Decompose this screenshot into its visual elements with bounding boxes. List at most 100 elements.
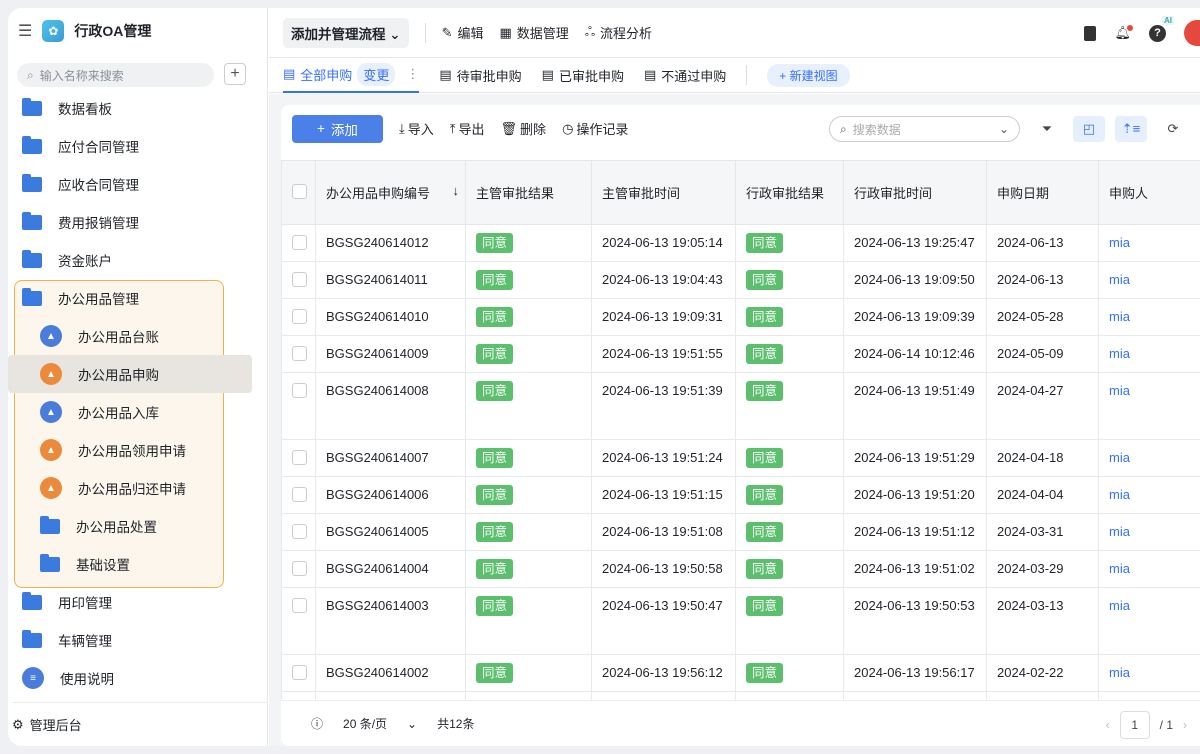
edit-button[interactable]: ✎ 编辑 [442,23,484,42]
checkbox[interactable] [292,235,307,250]
bell-icon[interactable]: 🔔︎ [1114,25,1133,41]
sort-icon[interactable]: ⇡≡ [1115,116,1147,142]
sidebar-item[interactable]: 应付合同管理 [8,127,268,165]
admin-button[interactable]: ⚙ 管理后台 [12,702,268,746]
tab-rejected[interactable]: ▤ 不通过申购 [644,58,726,93]
row-checkbox-cell[interactable] [281,476,316,514]
column-header[interactable]: 主管审批结果 [465,160,592,225]
sidebar-item[interactable]: 办公用品处置 [8,507,268,545]
data-manage-button[interactable]: ▦ 数据管理 [500,23,569,42]
page-input[interactable]: 1 [1119,711,1150,739]
sidebar-item[interactable]: ≡ 使用说明 [8,659,268,697]
row-checkbox-cell[interactable] [281,335,316,373]
chevron-down-icon[interactable]: ⌄ [407,717,417,731]
help-icon[interactable]: ? AI [1149,15,1174,42]
delete-button[interactable]: 🗑︎ 删除 [501,119,547,138]
sidebar-item[interactable]: 资金账户 [8,241,268,279]
user-link[interactable]: mia [1109,598,1130,613]
new-view-button[interactable]: + 新建视图 [767,63,850,87]
add-item-button[interactable]: + [224,63,246,85]
log-button[interactable]: ◷ 操作记录 [562,119,628,138]
column-header[interactable]: 办公用品申购编号 ↓ [315,160,466,225]
table-row[interactable]: BGSG240614003 同意 2024-06-13 19:50:47 同意 2024… [281,587,1200,655]
user-link[interactable]: mia [1109,665,1130,680]
menu-icon[interactable]: ☰ [18,21,32,41]
sidebar-item[interactable]: ▲ 办公用品台账 [8,317,268,355]
table-row[interactable]: BGSG240614002 同意 2024-06-13 19:56:12 同意 2024… [281,654,1200,692]
view-settings-icon[interactable]: ◰ [1073,116,1105,142]
page-size-select[interactable]: 20 条/页 [343,715,387,732]
sidebar-search-input[interactable]: ⌕ 输入名称来搜索 [17,63,214,87]
checkbox[interactable] [292,383,307,398]
user-link[interactable]: mia [1109,346,1130,361]
data-search-input[interactable]: ⌕ 搜索数据 ⌄ [829,116,1020,142]
checkbox[interactable] [292,309,307,324]
user-link[interactable]: mia [1109,524,1130,539]
user-link[interactable]: mia [1109,272,1130,287]
checkbox[interactable] [292,183,307,199]
sidebar-item[interactable]: 数据看板 [8,89,268,127]
sort-arrow-icon[interactable]: ↓ [453,183,460,198]
sidebar-item[interactable]: ▲ 办公用品领用申请 [8,431,268,469]
user-link[interactable]: mia [1109,561,1130,576]
sidebar-item[interactable]: 应收合同管理 [8,165,268,203]
avatar[interactable] [1184,20,1200,46]
checkbox[interactable] [292,665,307,680]
table-row[interactable]: BGSG240614010 同意 2024-06-13 19:09:31 同意 2024… [281,298,1200,336]
user-link[interactable]: mia [1109,487,1130,502]
row-checkbox-cell[interactable] [281,513,316,551]
user-link[interactable]: mia [1109,450,1130,465]
table-row[interactable]: BGSG240614008 同意 2024-06-13 19:51:39 同意 2024… [281,372,1200,440]
table-row[interactable]: BGSG240614006 同意 2024-06-13 19:51:15 同意 2024… [281,476,1200,514]
table-row[interactable]: BGSG240614009 同意 2024-06-13 19:51:55 同意 2024… [281,335,1200,373]
sidebar-item[interactable]: 用印管理 [8,583,268,621]
export-button[interactable]: ⤒ 导出 [450,119,485,138]
next-page-icon[interactable]: › [1183,718,1187,732]
row-checkbox-cell[interactable] [281,654,316,692]
tab-pending[interactable]: ▤ 待审批申购 [439,58,521,93]
checkbox[interactable] [292,450,307,465]
flow-analysis-button[interactable]: ஃ 流程分析 [585,23,652,42]
user-link[interactable]: mia [1109,383,1130,398]
refresh-icon[interactable]: ⟳ [1157,116,1189,142]
more-icon[interactable]: ⋮ [406,66,419,82]
row-checkbox-cell[interactable] [281,550,316,588]
row-checkbox-cell[interactable] [281,298,316,336]
sidebar-item[interactable]: ▲ 办公用品入库 [8,393,268,431]
row-checkbox-cell[interactable] [281,261,316,299]
user-link[interactable]: mia [1109,309,1130,324]
table-row[interactable]: BGSG240614011 同意 2024-06-13 19:04:43 同意 2024… [281,261,1200,299]
flow-dropdown[interactable]: 添加并管理流程 ⌄ [283,17,409,48]
table-row[interactable]: BGSG240614012 同意 2024-06-13 19:05:14 同意 2024… [281,224,1200,262]
sidebar-item[interactable]: 车辆管理 [8,621,268,659]
row-checkbox-cell[interactable] [281,224,316,262]
import-button[interactable]: ⤓ 导入 [399,119,434,138]
checkbox[interactable] [292,346,307,361]
row-checkbox-cell[interactable] [281,439,316,477]
sidebar-item[interactable]: 费用报销管理 [8,203,268,241]
checkbox[interactable] [292,272,307,287]
sidebar-item[interactable]: 基础设置 [8,545,268,583]
sidebar-item[interactable]: ▲ 办公用品申购 [8,355,252,393]
tab-all[interactable]: ▤ 全部申购 变更 ⋮ [283,58,420,93]
column-header[interactable]: 主管审批时间 [591,160,736,225]
row-checkbox-cell[interactable] [281,587,316,655]
column-header[interactable]: 行政审批结果 [735,160,844,225]
tab-approved[interactable]: ▤ 已审批申购 [542,58,624,93]
user-link[interactable]: mia [1109,235,1130,250]
change-badge[interactable]: 变更 [357,62,396,86]
select-all-checkbox[interactable] [281,160,316,225]
checkbox[interactable] [292,487,307,502]
table-row[interactable]: BGSG240614004 同意 2024-06-13 19:50:58 同意 2024… [281,550,1200,588]
table-row[interactable]: BGSG240614007 同意 2024-06-13 19:51:24 同意 2024… [281,439,1200,477]
book-icon[interactable] [1084,25,1097,41]
column-header[interactable]: 行政审批时间 [843,160,987,225]
checkbox[interactable] [292,524,307,539]
checkbox[interactable] [292,561,307,576]
column-header[interactable]: 申购人 [1098,160,1200,225]
prev-page-icon[interactable]: ‹ [1106,718,1110,732]
filter-icon[interactable]: ⏷ [1031,116,1063,142]
column-header[interactable]: 申购日期 [986,160,1099,225]
sidebar-item[interactable]: ▲ 办公用品归还申请 [8,469,268,507]
table-row[interactable]: BGSG240614005 同意 2024-06-13 19:51:08 同意 2024… [281,513,1200,551]
